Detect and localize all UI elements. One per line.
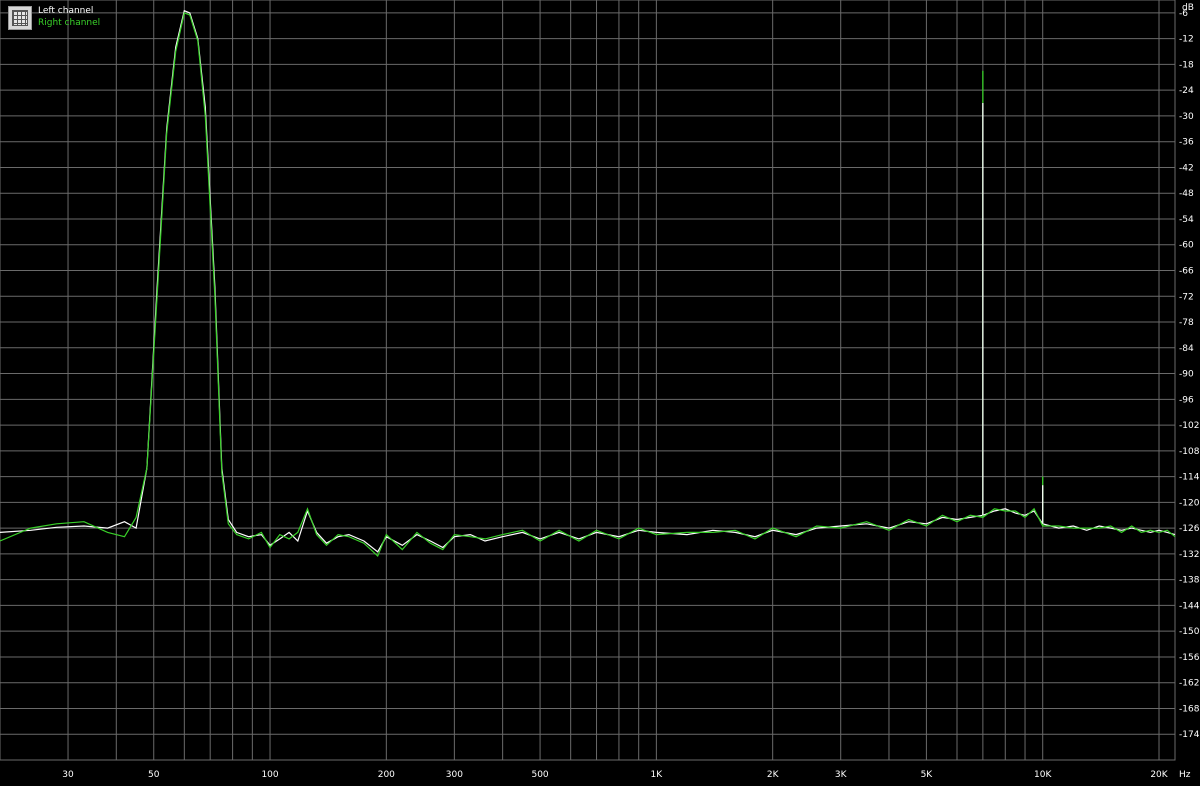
y-tick-label: -54 xyxy=(1179,215,1194,225)
grid-toggle-icon[interactable] xyxy=(8,6,32,30)
y-tick-label: -132 xyxy=(1179,550,1199,560)
y-tick-label: -114 xyxy=(1179,473,1200,483)
x-tick-label: 500 xyxy=(531,770,548,780)
y-tick-label: -18 xyxy=(1179,60,1194,70)
x-tick-label: 3K xyxy=(835,770,848,780)
x-tick-label: 30 xyxy=(62,770,74,780)
x-tick-label: 100 xyxy=(261,770,278,780)
legend-right-channel: Right channel xyxy=(38,18,101,28)
y-tick-label: -78 xyxy=(1179,318,1194,328)
x-tick-label: 1K xyxy=(651,770,664,780)
y-tick-label: -66 xyxy=(1179,267,1194,277)
x-tick-label: 2K xyxy=(767,770,780,780)
y-tick-label: -42 xyxy=(1179,163,1194,173)
spectrum-plot: -6-12-18-24-30-36-42-48-54-60-66-72-78-8… xyxy=(0,0,1200,786)
y-tick-label: -162 xyxy=(1179,679,1199,689)
x-tick-label: 5K xyxy=(921,770,934,780)
y-tick-label: -12 xyxy=(1179,35,1194,45)
legend-left-channel: Left channel xyxy=(38,6,94,16)
y-tick-label: -108 xyxy=(1179,447,1200,457)
x-tick-label: 50 xyxy=(148,770,160,780)
legend: Left channel Right channel xyxy=(8,6,100,30)
y-tick-label: -72 xyxy=(1179,292,1194,302)
x-tick-label: 300 xyxy=(446,770,463,780)
plot-background xyxy=(0,0,1200,786)
y-tick-label: -96 xyxy=(1179,395,1194,405)
x-axis-unit-label: Hz xyxy=(1179,770,1191,780)
y-tick-label: -60 xyxy=(1179,241,1194,251)
y-tick-label: -36 xyxy=(1179,138,1194,148)
y-tick-label: -150 xyxy=(1179,627,1200,637)
y-tick-label: -90 xyxy=(1179,370,1194,380)
y-tick-label: -168 xyxy=(1179,704,1200,714)
y-axis-unit-label: dB xyxy=(1182,3,1194,13)
y-tick-label: -156 xyxy=(1179,653,1200,663)
y-tick-label: -24 xyxy=(1179,86,1194,96)
x-tick-label: 10K xyxy=(1034,770,1052,780)
y-tick-label: -144 xyxy=(1179,601,1200,611)
y-tick-label: -102 xyxy=(1179,421,1199,431)
y-tick-label: -174 xyxy=(1179,730,1200,740)
y-tick-label: -138 xyxy=(1179,576,1200,586)
y-tick-label: -120 xyxy=(1179,498,1200,508)
y-tick-label: -84 xyxy=(1179,344,1194,354)
y-tick-label: -30 xyxy=(1179,112,1194,122)
y-tick-label: -48 xyxy=(1179,189,1194,199)
x-tick-label: 20K xyxy=(1150,770,1168,780)
x-tick-label: 200 xyxy=(378,770,395,780)
y-tick-label: -126 xyxy=(1179,524,1200,534)
